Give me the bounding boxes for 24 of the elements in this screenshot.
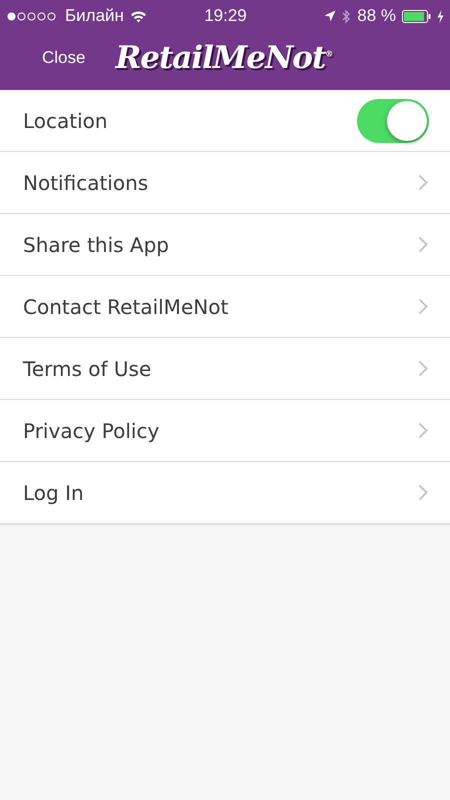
chevron-icon [418,236,428,253]
menu-item[interactable]: Log In [0,462,450,523]
settings-row[interactable]: Location [0,90,450,152]
wifi-icon [130,10,147,22]
battery-icon [402,10,431,22]
carrier-name: Билайн [65,6,124,26]
charging-icon [436,10,444,22]
menu-item[interactable]: Terms of Use [0,338,450,400]
close-button[interactable]: Close [32,42,96,74]
menu-item[interactable]: Privacy Policy [0,400,450,462]
battery-percentage: 88 % [357,6,396,26]
location-arrow-icon [324,10,336,22]
chevron-icon [418,484,428,501]
menu-item[interactable]: Share this App [0,214,450,276]
logo: RetailMeNot$^{®}$ [115,40,332,76]
bluetooth-icon [342,8,352,24]
clock-time: 19:29 [204,6,247,26]
chevron-icon [418,298,428,315]
menu-item[interactable]: Notifications [0,152,450,214]
toggle-switch[interactable] [357,98,429,142]
chevron-icon [418,174,428,191]
chevron-icon [418,360,428,377]
chevron-icon [418,422,428,439]
menu-item[interactable]: Contact RetailMeNot [0,276,450,338]
